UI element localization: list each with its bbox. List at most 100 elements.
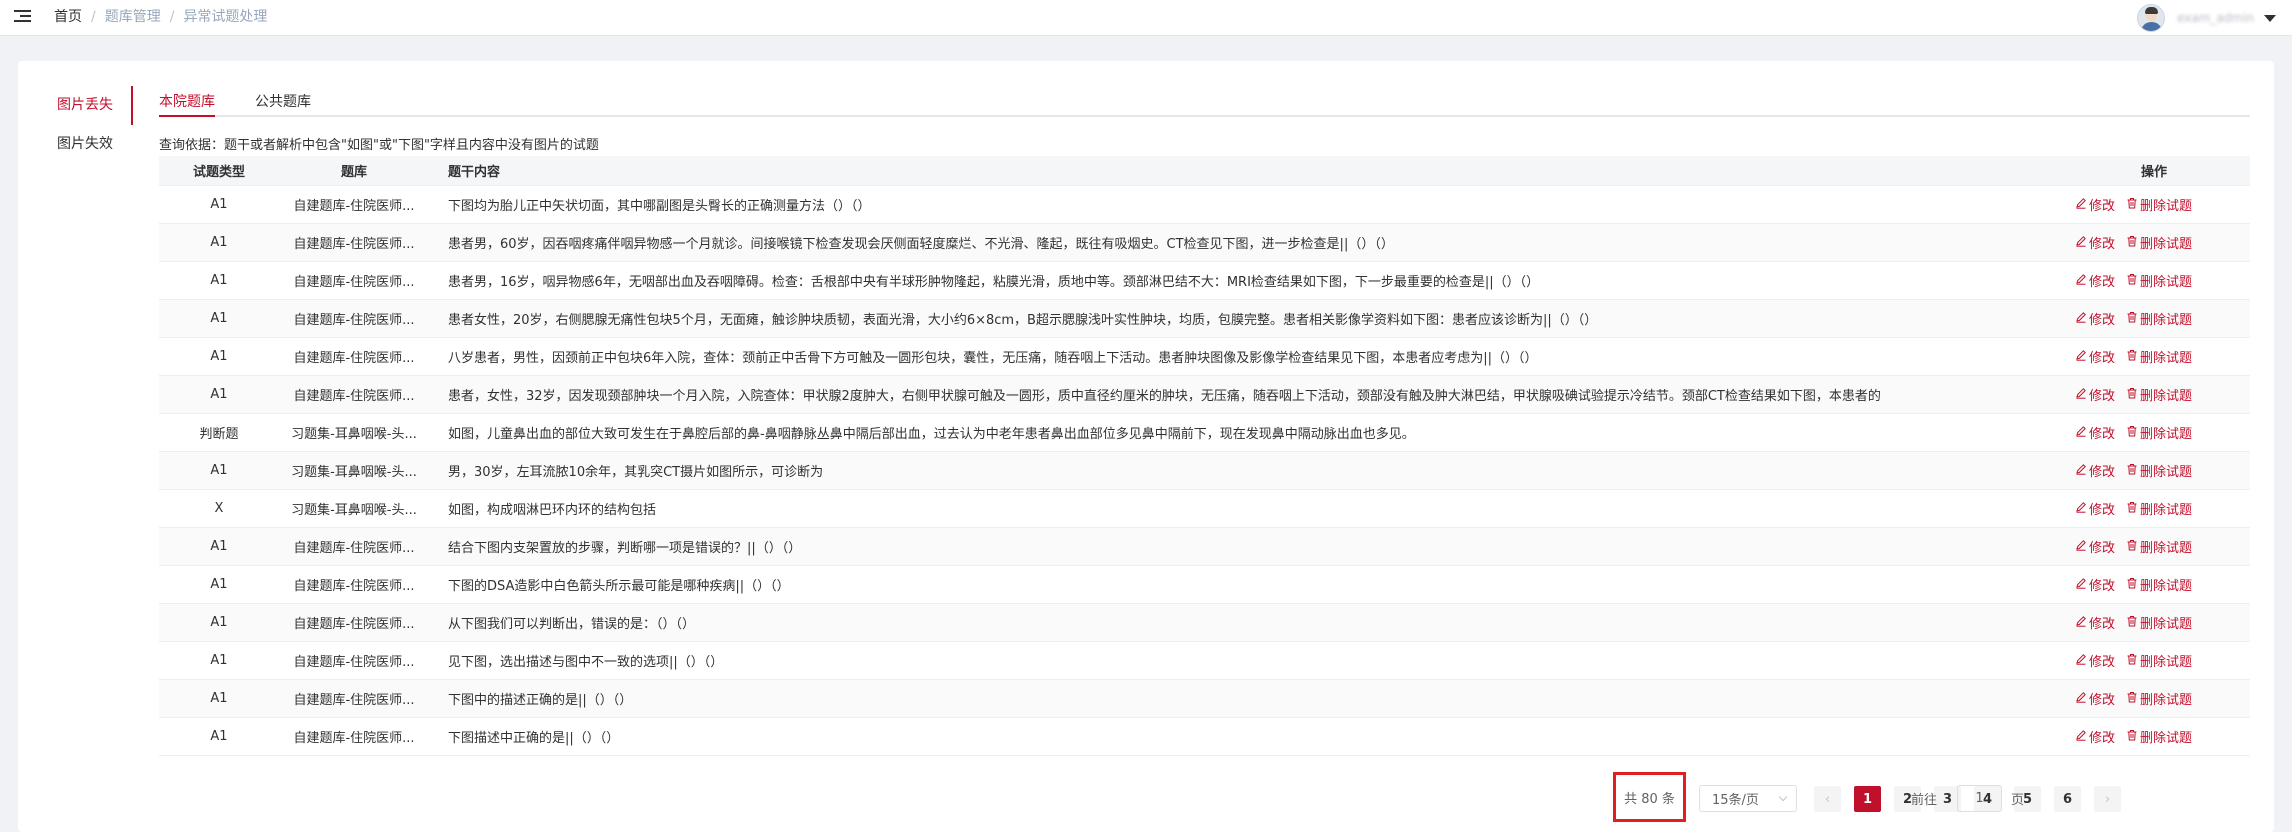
delete-label: 删除试题	[2140, 313, 2193, 328]
tab-public-bank[interactable]: 公共题库	[255, 87, 311, 117]
table-row: 判断题 习题集-耳鼻咽喉-头... 如图，儿童鼻出血的部位大致可发生在于鼻腔后部的鼻…	[159, 414, 2250, 452]
trash-icon	[2126, 235, 2140, 251]
edit-label: 修改	[2089, 199, 2116, 214]
row-content: 如图，儿童鼻出血的部位大致可发生在于鼻腔后部的鼻-鼻咽静脉丛鼻中隔后部出血，过去…	[448, 414, 2148, 451]
delete-question-button[interactable]: 删除试题	[2126, 537, 2192, 556]
goto-page-input[interactable]: 1	[1957, 785, 2002, 812]
prev-page-button[interactable]: ‹	[1814, 786, 1841, 812]
table-row: A1 自建题库-住院医师... 下图的DSA造影中白色箭头所示最可能是哪种疾病||（…	[159, 566, 2250, 604]
delete-question-button[interactable]: 删除试题	[2126, 195, 2192, 214]
page-unit-label: 页	[2011, 793, 2025, 808]
delete-question-button[interactable]: 删除试题	[2126, 727, 2192, 746]
row-content-text: 患者男，60岁，因吞咽疼痛伴咽异物感一个月就诊。间接喉镜下检查发现会厌侧面轻度糜…	[448, 237, 1394, 252]
edit-button[interactable]: 修改	[2075, 689, 2115, 708]
row-actions: 修改 删除试题	[2059, 718, 2249, 755]
page-size-select[interactable]: 15条/页	[1699, 785, 1797, 812]
row-content: 患者女性，20岁，右侧腮腺无痛性包块5个月，无面瘫，触诊肿块质韧，表面光滑，大小…	[448, 300, 2148, 337]
main-card: 图片丢失 图片失效 本院题库 公共题库 查询依据：题干或者解析中包含"如图"或"…	[18, 61, 2274, 832]
row-actions: 修改 删除试题	[2059, 414, 2249, 451]
trash-icon	[2126, 273, 2140, 289]
delete-question-button[interactable]: 删除试题	[2126, 613, 2192, 632]
row-actions: 修改 删除试题	[2059, 300, 2249, 337]
edit-icon	[2075, 729, 2089, 745]
row-type: A1	[210, 197, 228, 212]
delete-label: 删除试题	[2140, 275, 2193, 290]
edit-label: 修改	[2089, 427, 2116, 442]
delete-question-button[interactable]: 删除试题	[2126, 233, 2192, 252]
edit-button[interactable]: 修改	[2075, 233, 2115, 252]
page-button-1[interactable]: 1	[1854, 786, 1881, 812]
row-content-text: 八岁患者，男性，因颈前正中包块6年入院，查体：颈前正中舌骨下方可触及一圆形包块，…	[448, 351, 1538, 366]
delete-question-button[interactable]: 删除试题	[2126, 385, 2192, 404]
trash-icon	[2126, 615, 2140, 631]
edit-button[interactable]: 修改	[2075, 499, 2115, 518]
row-content-text: 从下图我们可以判断出，错误的是：（）（）	[448, 617, 696, 632]
row-bank: 习题集-耳鼻咽喉-头...	[279, 452, 429, 489]
delete-question-button[interactable]: 删除试题	[2126, 271, 2192, 290]
row-bank: 习题集-耳鼻咽喉-头...	[279, 414, 429, 451]
edit-button[interactable]: 修改	[2075, 385, 2115, 404]
row-actions: 修改 删除试题	[2059, 490, 2249, 527]
row-content-text: 下图均为胎儿正中矢状切面，其中哪副图是头臀长的正确测量方法（）（）	[448, 199, 871, 214]
row-bank-text: 习题集-耳鼻咽喉-头...	[291, 465, 417, 480]
next-page-button[interactable]: ›	[2094, 786, 2121, 812]
trash-icon	[2126, 577, 2140, 593]
edit-button[interactable]: 修改	[2075, 575, 2115, 594]
menu-toggle-icon[interactable]	[14, 8, 31, 24]
row-content-text: 如图，构成咽淋巴环内环的结构包括	[448, 503, 657, 518]
tab-hospital-bank[interactable]: 本院题库	[159, 87, 215, 117]
edit-button[interactable]: 修改	[2075, 423, 2115, 442]
delete-label: 删除试题	[2140, 351, 2193, 366]
row-content: 下图描述中正确的是||（）（）	[448, 718, 2148, 755]
edit-button[interactable]: 修改	[2075, 195, 2115, 214]
table-row: A1 自建题库-住院医师... 下图中的描述正确的是||（）（） 修改 删除试题	[159, 680, 2250, 718]
table-row: A1 自建题库-住院医师... 患者女性，20岁，右侧腮腺无痛性包块5个月，无面瘫，…	[159, 300, 2250, 338]
side-tab-image-missing[interactable]: 图片丢失	[54, 86, 133, 125]
table-row: A1 自建题库-住院医师... 见下图，选出描述与图中不一致的选项||（）（） 修改 删…	[159, 642, 2250, 680]
query-hint: 查询依据：题干或者解析中包含"如图"或"下图"字样且内容中没有图片的试题	[159, 138, 599, 153]
caret-down-icon[interactable]	[2264, 14, 2276, 22]
edit-button[interactable]: 修改	[2075, 271, 2115, 290]
delete-question-button[interactable]: 删除试题	[2126, 423, 2192, 442]
row-bank-text: 习题集-耳鼻咽喉-头...	[291, 503, 417, 518]
breadcrumb-bank-management[interactable]: 题库管理	[105, 9, 161, 25]
trash-icon	[2126, 197, 2140, 213]
delete-question-button[interactable]: 删除试题	[2126, 499, 2192, 518]
delete-label: 删除试题	[2140, 503, 2193, 518]
row-content: 下图的DSA造影中白色箭头所示最可能是哪种疾病||（）（）	[448, 566, 2148, 603]
delete-label: 删除试题	[2140, 427, 2193, 442]
top-navbar: 首页 / 题库管理 / 异常试题处理 exam_admin	[0, 0, 2292, 36]
edit-button[interactable]: 修改	[2075, 613, 2115, 632]
page-button-6[interactable]: 6	[2054, 786, 2081, 812]
row-content-text: 下图描述中正确的是||（）（）	[448, 731, 620, 746]
edit-button[interactable]: 修改	[2075, 651, 2115, 670]
user-menu[interactable]: exam_admin	[2137, 3, 2276, 33]
row-content: 八岁患者，男性，因颈前正中包块6年入院，查体：颈前正中舌骨下方可触及一圆形包块，…	[448, 338, 2148, 375]
edit-button[interactable]: 修改	[2075, 537, 2115, 556]
delete-question-button[interactable]: 删除试题	[2126, 689, 2192, 708]
side-tab-image-invalid[interactable]: 图片失效	[54, 125, 133, 164]
delete-question-button[interactable]: 删除试题	[2126, 309, 2192, 328]
row-type: 判断题	[199, 427, 239, 442]
trash-icon	[2126, 311, 2140, 327]
row-bank: 自建题库-住院医师...	[279, 224, 429, 261]
edit-button[interactable]: 修改	[2075, 461, 2115, 480]
delete-question-button[interactable]: 删除试题	[2126, 575, 2192, 594]
edit-button[interactable]: 修改	[2075, 727, 2115, 746]
delete-question-button[interactable]: 删除试题	[2126, 651, 2192, 670]
edit-button[interactable]: 修改	[2075, 309, 2115, 328]
row-type: A1	[210, 311, 228, 326]
edit-button[interactable]: 修改	[2075, 347, 2115, 366]
table-row: A1 自建题库-住院医师... 下图描述中正确的是||（）（） 修改 删除试题	[159, 718, 2250, 756]
row-bank-text: 自建题库-住院医师...	[293, 579, 415, 594]
delete-question-button[interactable]: 删除试题	[2126, 461, 2192, 480]
trash-icon	[2126, 463, 2140, 479]
row-bank: 自建题库-住院医师...	[279, 300, 429, 337]
side-tabs: 图片丢失 图片失效	[54, 86, 133, 164]
row-content-text: 患者男，16岁，咽异物感6年，无咽部出血及吞咽障碍。检查：舌根部中央有半球形肿物…	[448, 275, 1540, 290]
page-size-value: 15条/页	[1712, 793, 1759, 808]
delete-question-button[interactable]: 删除试题	[2126, 347, 2192, 366]
row-content-text: 结合下图内支架置放的步骤，判断哪一项是错误的？||（）（）	[448, 541, 802, 556]
edit-label: 修改	[2089, 275, 2116, 290]
breadcrumb-home[interactable]: 首页	[54, 9, 82, 25]
